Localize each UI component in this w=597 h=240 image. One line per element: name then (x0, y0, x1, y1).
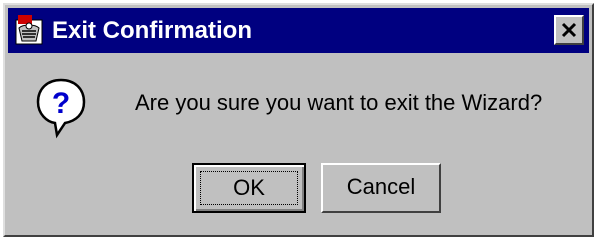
ok-button-label: OK (233, 175, 265, 200)
question-icon: ? (35, 77, 87, 139)
cancel-button[interactable]: Cancel (321, 163, 441, 213)
window-title: Exit Confirmation (52, 17, 253, 44)
title-bar[interactable]: Exit Confirmation (8, 8, 589, 53)
svg-text:?: ? (52, 87, 70, 120)
cancel-button-label: Cancel (346, 174, 416, 199)
confirmation-message: Are you sure you want to exit the Wizard… (135, 90, 543, 115)
ok-button[interactable]: OK (192, 163, 306, 213)
close-button[interactable] (554, 15, 584, 45)
exit-confirmation-dialog: Exit Confirmation ? Are you sure you wan… (3, 3, 594, 237)
close-icon (561, 22, 577, 38)
app-logo-icon (14, 14, 44, 46)
